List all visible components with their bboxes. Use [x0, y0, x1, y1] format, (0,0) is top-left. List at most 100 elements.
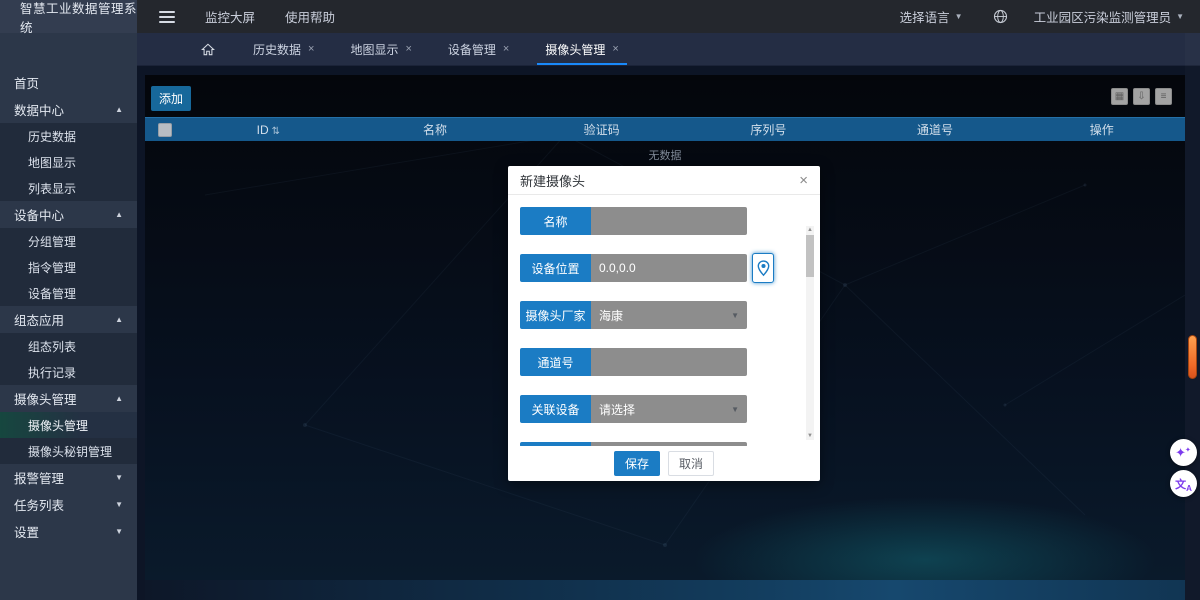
- add-button[interactable]: 添加: [151, 86, 191, 111]
- close-icon[interactable]: ×: [308, 43, 314, 55]
- nav-item-help[interactable]: 使用帮助: [285, 7, 335, 26]
- tab-history-data[interactable]: 历史数据×: [241, 33, 326, 65]
- top-nav: 监控大屏 使用帮助: [137, 0, 335, 33]
- chevron-up-icon: ▲: [115, 210, 123, 219]
- sidebar-item-camera-management[interactable]: 摄像头管理: [0, 412, 137, 438]
- chevron-down-icon: ▼: [731, 405, 739, 414]
- form-row-partial: [520, 442, 747, 446]
- sidebar-item-command-management[interactable]: 指令管理: [0, 254, 137, 280]
- scroll-up-icon[interactable]: ▲: [806, 227, 814, 233]
- sidebar-item-home[interactable]: 首页: [0, 69, 137, 96]
- bottom-glow-strip: [145, 580, 1185, 600]
- page-scrollbar[interactable]: [1185, 33, 1200, 600]
- chevron-down-icon: ▼: [115, 500, 123, 509]
- export-icon[interactable]: ⇩: [1133, 88, 1150, 105]
- user-menu[interactable]: 工业园区污染监测管理员 ▼: [1034, 7, 1184, 26]
- field-label-manufacturer: 摄像头厂家: [520, 301, 591, 329]
- tab-camera-management[interactable]: 摄像头管理×: [533, 33, 630, 65]
- location-pin-button[interactable]: [752, 253, 774, 283]
- sidebar-group-device-center[interactable]: 设备中心▲: [0, 201, 137, 228]
- scroll-down-icon[interactable]: ▼: [806, 433, 814, 439]
- sidebar-group-task-list[interactable]: 任务列表▼: [0, 491, 137, 518]
- sidebar-item-history-data[interactable]: 历史数据: [0, 123, 137, 149]
- form-row-name: 名称: [520, 207, 747, 235]
- linked-device-select[interactable]: 请选择▼: [591, 395, 747, 423]
- tab-device-management[interactable]: 设备管理×: [436, 33, 521, 65]
- sidebar: 首页 数据中心▲ 历史数据 地图显示 列表显示 设备中心▲ 分组管理 指令管理 …: [0, 33, 137, 600]
- sidebar-group-settings[interactable]: 设置▼: [0, 518, 137, 545]
- columns-icon[interactable]: ▦: [1111, 88, 1128, 105]
- modal-body: 名称 设备位置 0.0,0.0 摄像头厂家 海康▼ 通道号 关联设备 请选择▼ …: [508, 195, 820, 446]
- chevron-down-icon: ▼: [115, 527, 123, 536]
- tab-home[interactable]: [187, 33, 229, 65]
- ai-assistant-button[interactable]: ✦✦: [1170, 439, 1197, 466]
- sidebar-item-map-display[interactable]: 地图显示: [0, 149, 137, 175]
- chevron-up-icon: ▲: [115, 394, 123, 403]
- list-icon[interactable]: ≡: [1155, 88, 1172, 105]
- sidebar-group-alarm-management[interactable]: 报警管理▼: [0, 464, 137, 491]
- location-pin-icon: [757, 260, 770, 277]
- sidebar-group-data-center[interactable]: 数据中心▲: [0, 96, 137, 123]
- modal-scrollbar-thumb[interactable]: [806, 235, 814, 277]
- modal-scrollbar[interactable]: ▲ ▼: [806, 226, 814, 440]
- language-label: 选择语言: [900, 7, 950, 26]
- chevron-up-icon: ▲: [115, 105, 123, 114]
- sidebar-item-device-management[interactable]: 设备管理: [0, 280, 137, 306]
- sort-icon[interactable]: ⇅: [272, 126, 280, 137]
- chevron-down-icon: ▼: [955, 12, 963, 21]
- table-header: ID⇅ 名称 验证码 序列号 通道号 操作: [145, 117, 1185, 141]
- column-header-actions[interactable]: 操作: [1018, 121, 1185, 138]
- page-scrollbar-thumb[interactable]: [1188, 335, 1197, 379]
- column-header-verify-code[interactable]: 验证码: [518, 121, 685, 138]
- sidebar-group-camera-management[interactable]: 摄像头管理▲: [0, 385, 137, 412]
- sidebar-item-group-management[interactable]: 分组管理: [0, 228, 137, 254]
- globe-icon[interactable]: [993, 9, 1008, 24]
- chevron-down-icon: ▼: [1176, 12, 1184, 21]
- top-bar: 智慧工业数据管理系统 监控大屏 使用帮助 选择语言 ▼ 工业园区污染监测管理员 …: [0, 0, 1200, 33]
- form-row-linked-device: 关联设备 请选择▼: [520, 395, 747, 423]
- nav-item-monitor-screen[interactable]: 监控大屏: [205, 7, 255, 26]
- table-tools: ▦ ⇩ ≡: [1111, 88, 1172, 105]
- table-empty-text: 无数据: [145, 147, 1185, 163]
- form-row-channel: 通道号: [520, 348, 747, 376]
- cancel-button[interactable]: 取消: [668, 451, 714, 476]
- top-bar-right: 选择语言 ▼ 工业园区污染监测管理员 ▼: [900, 0, 1200, 33]
- sidebar-item-configuration-list[interactable]: 组态列表: [0, 333, 137, 359]
- channel-input[interactable]: [591, 348, 747, 376]
- column-header-name[interactable]: 名称: [352, 121, 519, 138]
- sidebar-item-list-display[interactable]: 列表显示: [0, 175, 137, 201]
- translate-button[interactable]: 文A: [1170, 470, 1197, 497]
- chevron-down-icon: ▼: [115, 473, 123, 482]
- language-select[interactable]: 选择语言 ▼: [900, 7, 963, 26]
- field-label-channel: 通道号: [520, 348, 591, 376]
- modal-title: 新建摄像头: [520, 171, 585, 190]
- select-all-checkbox[interactable]: [158, 123, 172, 137]
- column-header-id[interactable]: ID⇅: [185, 123, 352, 137]
- modal-header: 新建摄像头 ×: [508, 166, 820, 195]
- new-camera-modal: 新建摄像头 × 名称 设备位置 0.0,0.0 摄像头厂家 海康▼ 通道号 关联…: [508, 166, 820, 481]
- location-input[interactable]: 0.0,0.0: [591, 254, 747, 282]
- chevron-up-icon: ▲: [115, 315, 123, 324]
- sidebar-item-camera-secret-management[interactable]: 摄像头秘钥管理: [0, 438, 137, 464]
- field-label-name: 名称: [520, 207, 591, 235]
- column-header-serial[interactable]: 序列号: [685, 121, 852, 138]
- chevron-down-icon: ▼: [731, 311, 739, 320]
- column-header-channel[interactable]: 通道号: [852, 121, 1019, 138]
- close-icon[interactable]: ×: [799, 173, 808, 188]
- hamburger-menu-icon[interactable]: [159, 8, 175, 26]
- field-label-linked-device: 关联设备: [520, 395, 591, 423]
- close-icon[interactable]: ×: [405, 43, 411, 55]
- home-icon: [201, 43, 215, 56]
- field-label-location: 设备位置: [520, 254, 591, 282]
- modal-footer: 保存 取消: [508, 446, 820, 480]
- sidebar-group-configuration-app[interactable]: 组态应用▲: [0, 306, 137, 333]
- close-icon[interactable]: ×: [612, 43, 618, 55]
- sidebar-item-execution-record[interactable]: 执行记录: [0, 359, 137, 385]
- close-icon[interactable]: ×: [503, 43, 509, 55]
- name-input[interactable]: [591, 207, 747, 235]
- manufacturer-select[interactable]: 海康▼: [591, 301, 747, 329]
- tab-map-display[interactable]: 地图显示×: [338, 33, 423, 65]
- form-row-location: 设备位置 0.0,0.0: [520, 254, 747, 282]
- tab-bar: 历史数据× 地图显示× 设备管理× 摄像头管理×: [137, 33, 1200, 66]
- save-button[interactable]: 保存: [614, 451, 660, 476]
